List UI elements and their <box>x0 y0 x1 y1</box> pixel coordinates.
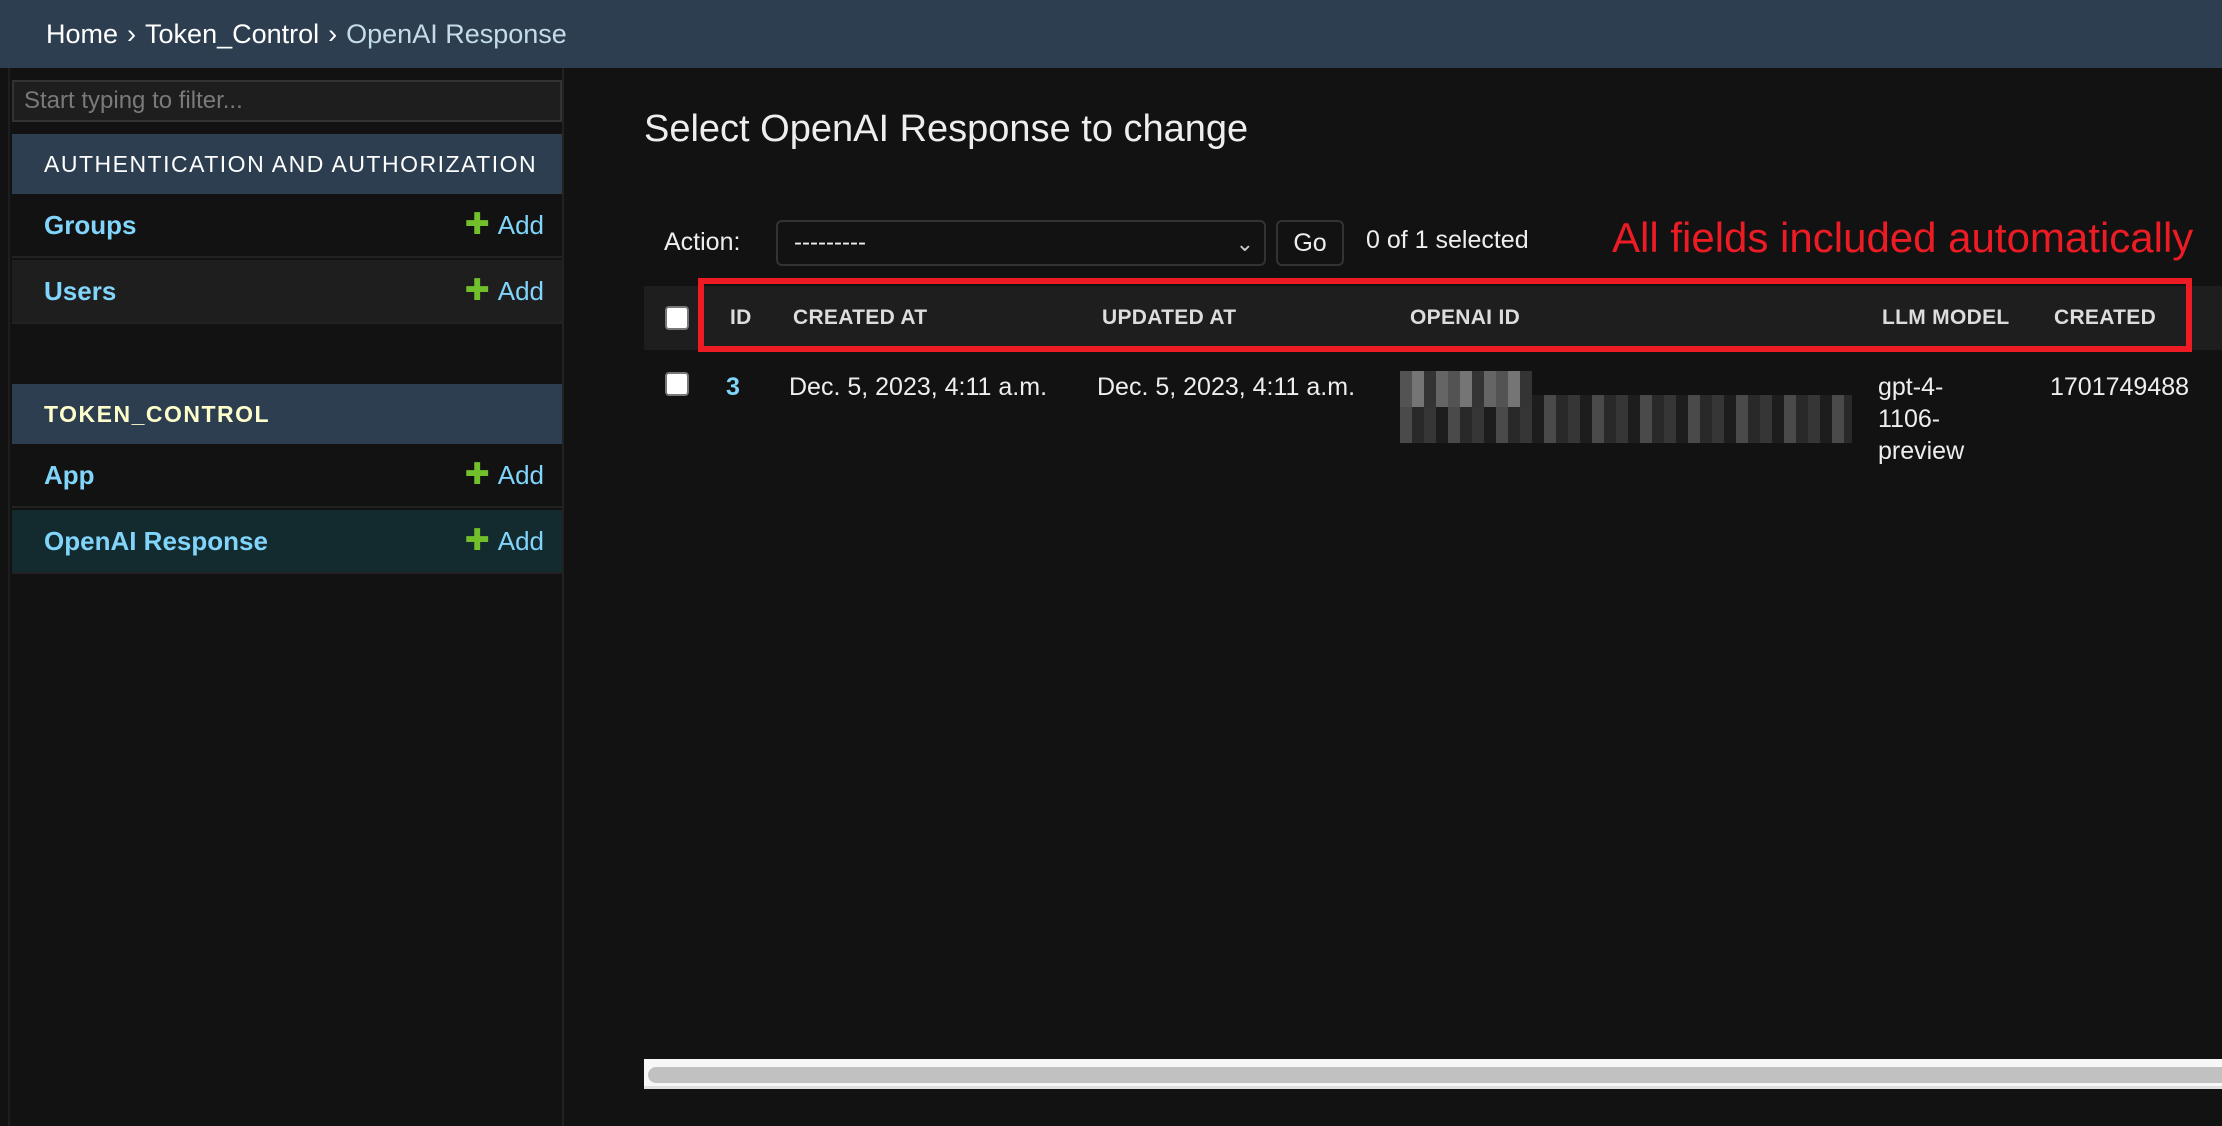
add-openai-response-button[interactable]: ✚ Add <box>465 526 544 557</box>
column-header-openai-id[interactable]: OPENAI ID <box>1410 286 1520 350</box>
breadcrumb-separator: › <box>127 18 137 49</box>
breadcrumb-home[interactable]: Home <box>46 19 118 50</box>
sidebar-item-openai-response-link[interactable]: OpenAI Response <box>44 526 268 557</box>
row-llm-model-line3: preview <box>1878 437 1965 465</box>
module-caption-auth[interactable]: AUTHENTICATION AND AUTHORIZATION <box>12 134 562 194</box>
sidebar-filter-input[interactable] <box>12 80 562 122</box>
plus-icon: ✚ <box>464 274 490 307</box>
plus-icon: ✚ <box>464 208 490 241</box>
add-app-button[interactable]: ✚ Add <box>465 460 544 491</box>
row-openai-id-redacted <box>1400 371 1852 443</box>
action-label: Action: <box>664 228 741 256</box>
action-select[interactable]: --------- ⌄ <box>776 220 1266 266</box>
row-created-at: Dec. 5, 2023, 4:11 a.m. <box>789 373 1048 401</box>
column-header-id[interactable]: ID <box>730 286 752 350</box>
module-caption-token-control[interactable]: TOKEN_CONTROL <box>12 384 562 444</box>
add-label: Add <box>497 209 544 240</box>
row-llm-model-line1: gpt-4- <box>1878 373 1944 401</box>
sidebar-item-app-link[interactable]: App <box>44 460 95 491</box>
module-caption-label: AUTHENTICATION AND AUTHORIZATION <box>44 150 538 177</box>
annotation-text: All fields included automatically <box>1612 214 2194 261</box>
sidebar-item-groups: Groups ✚ Add <box>12 194 562 258</box>
module-caption-label: TOKEN_CONTROL <box>44 400 271 427</box>
breadcrumb-separator: › <box>328 18 338 49</box>
page-title: Select OpenAI Response to change <box>644 108 1249 150</box>
row-id-link[interactable]: 3 <box>726 371 740 403</box>
horizontal-scrollbar[interactable] <box>644 1059 2222 1089</box>
add-label: Add <box>497 275 544 306</box>
row-select-checkbox[interactable] <box>665 372 689 396</box>
sidebar-nav: AUTHENTICATION AND AUTHORIZATION Groups … <box>0 68 564 1126</box>
sidebar-item-openai-response: OpenAI Response ✚ Add <box>12 510 562 574</box>
column-header-created-at[interactable]: CREATED AT <box>793 286 927 350</box>
action-select-value: --------- <box>794 229 866 256</box>
go-button[interactable]: Go <box>1276 220 1344 266</box>
add-users-button[interactable]: ✚ Add <box>465 276 544 307</box>
sidebar-edge <box>8 68 10 1126</box>
selection-counter: 0 of 1 selected <box>1366 226 1529 254</box>
results-table-header: ID CREATED AT UPDATED AT OPENAI ID LLM M… <box>644 286 2222 350</box>
column-header-created[interactable]: CREATED <box>2054 286 2156 350</box>
sidebar-item-app: App ✚ Add <box>12 444 562 508</box>
column-header-llm-model[interactable]: LLM MODEL <box>1882 286 2010 350</box>
sidebar-item-users-link[interactable]: Users <box>44 276 116 307</box>
plus-icon: ✚ <box>464 524 490 557</box>
select-all-checkbox[interactable] <box>665 306 689 330</box>
breadcrumb: Home › Token_Control › OpenAI Response <box>0 0 2222 68</box>
add-groups-button[interactable]: ✚ Add <box>465 210 544 241</box>
column-header-updated-at[interactable]: UPDATED AT <box>1102 286 1236 350</box>
scrollbar-thumb[interactable] <box>648 1067 2222 1083</box>
sidebar-divider <box>562 68 564 1126</box>
sidebar-item-groups-link[interactable]: Groups <box>44 210 136 241</box>
row-llm-model-line2: 1106- <box>1878 405 1941 433</box>
add-label: Add <box>497 525 544 556</box>
row-created: 1701749488 <box>2050 373 2190 401</box>
row-updated-at: Dec. 5, 2023, 4:11 a.m. <box>1097 373 1356 401</box>
add-label: Add <box>497 459 544 490</box>
plus-icon: ✚ <box>464 458 490 491</box>
breadcrumb-current: OpenAI Response <box>346 18 567 49</box>
chevron-down-icon: ⌄ <box>1235 231 1254 256</box>
sidebar-item-users: Users ✚ Add <box>12 260 562 324</box>
breadcrumb-app[interactable]: Token_Control <box>145 19 319 50</box>
